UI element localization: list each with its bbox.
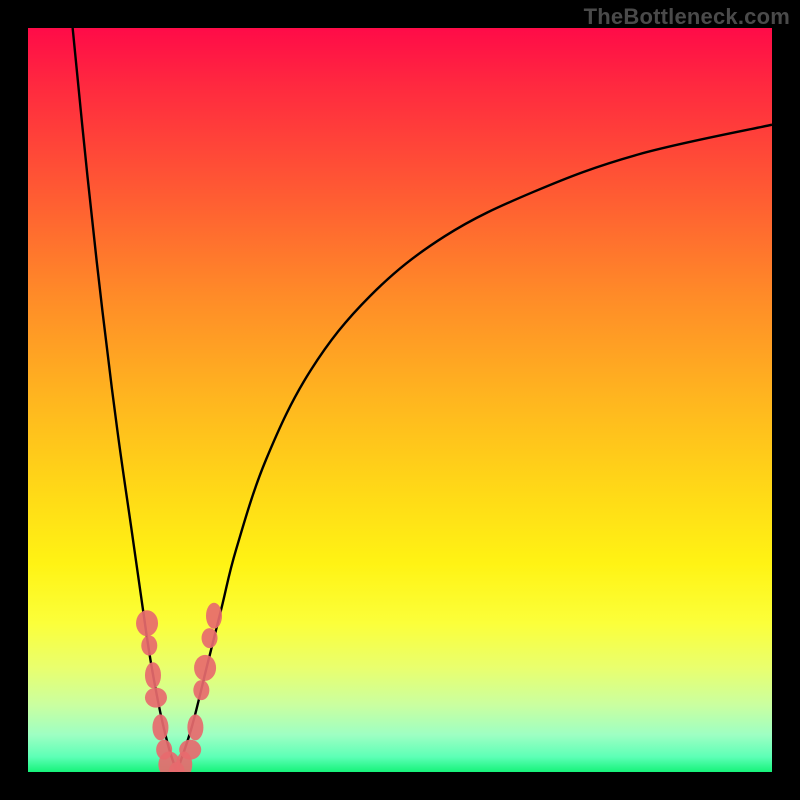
- right-curve: [177, 125, 772, 772]
- curves-layer: [28, 28, 772, 772]
- chart-frame: TheBottleneck.com: [0, 0, 800, 800]
- dot: [187, 714, 203, 740]
- dot: [193, 680, 209, 700]
- dot: [145, 688, 167, 708]
- dot: [136, 610, 158, 636]
- plot-area: [28, 28, 772, 772]
- dot: [206, 603, 222, 629]
- dot: [179, 740, 201, 760]
- dot: [194, 655, 216, 681]
- dot: [152, 714, 168, 740]
- watermark-text: TheBottleneck.com: [584, 4, 790, 30]
- dot: [145, 662, 161, 688]
- dot: [202, 628, 218, 648]
- dot: [141, 636, 157, 656]
- highlight-dots: [136, 603, 222, 772]
- left-curve: [73, 28, 177, 772]
